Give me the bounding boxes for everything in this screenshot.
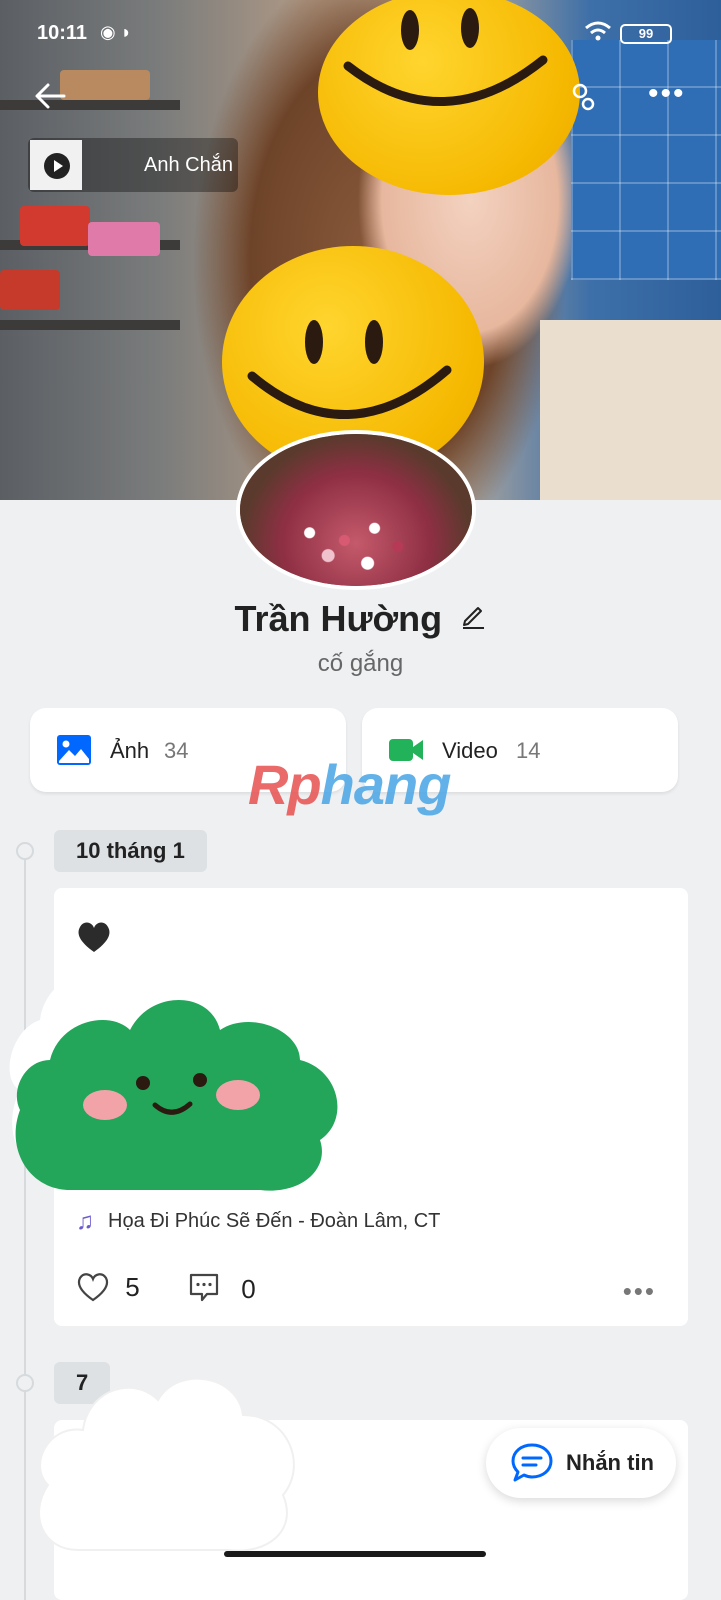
date-chip: 10 tháng 1 [54, 830, 207, 872]
more-horizontal-icon: ••• [648, 77, 686, 110]
like-count: 5 [125, 1272, 140, 1302]
comment-icon [189, 1273, 219, 1302]
status-bar: 10:11 ◉ ◗ 99 [0, 0, 721, 64]
send-message-button[interactable]: Nhắn tin [486, 1428, 676, 1498]
avatar[interactable] [236, 430, 476, 590]
notification-icons: ◉ ◗ [100, 22, 132, 42]
chat-bubble-icon [511, 1443, 553, 1482]
play-icon [44, 153, 70, 179]
watermark-part2: hang [320, 753, 452, 816]
post-music-title: Họa Đi Phúc Sẽ Đến - Đoàn Lâm, CT [108, 1210, 441, 1232]
cloud-sticker-white [38, 1377, 295, 1552]
cover-music-title: Anh Chắn [144, 154, 233, 176]
post-music[interactable]: ♫ Họa Đi Phúc Sẽ Đến - Đoàn Lâm, CT [76, 1208, 440, 1236]
home-indicator[interactable] [224, 1551, 486, 1557]
timeline-dot [16, 842, 34, 860]
post-actions: 5 0 ••• [76, 1272, 666, 1312]
battery-icon: 99 [620, 24, 672, 44]
photos-label: Ảnh [110, 738, 150, 763]
send-message-label: Nhắn tin [566, 1450, 654, 1475]
profile-bio: cố gắng [317, 650, 404, 677]
profile-name: Trần Hường [234, 598, 443, 639]
user-settings-icon [572, 83, 595, 111]
videos-count: 14 [516, 738, 541, 763]
profile-settings-button[interactable] [568, 82, 598, 112]
pencil-icon[interactable] [459, 601, 487, 629]
post-more-button[interactable]: ••• [623, 1276, 656, 1307]
photos-count: 34 [164, 738, 189, 763]
heart-outline-icon [77, 1273, 109, 1302]
comment-button[interactable]: 0 [188, 1272, 256, 1305]
arrow-left-icon [35, 83, 66, 109]
more-options-button[interactable]: ••• [648, 79, 686, 109]
like-button[interactable]: 5 [76, 1272, 140, 1303]
cover-photo[interactable] [0, 0, 721, 500]
image-icon [57, 735, 91, 765]
status-time: 10:11 [37, 22, 88, 44]
back-button[interactable] [32, 78, 68, 114]
music-note-icon: ♫ [76, 1208, 94, 1235]
cover-music-player[interactable]: Anh Chắn [28, 138, 238, 192]
profile-name-row: Trần Hường [0, 598, 721, 640]
cloud-sticker [9, 944, 340, 1191]
watermark-part1: Rp [248, 753, 322, 816]
watermark-logo: Rphang [248, 752, 452, 817]
comment-count: 0 [241, 1274, 256, 1304]
music-thumbnail [30, 140, 82, 190]
wifi-icon [584, 20, 612, 48]
